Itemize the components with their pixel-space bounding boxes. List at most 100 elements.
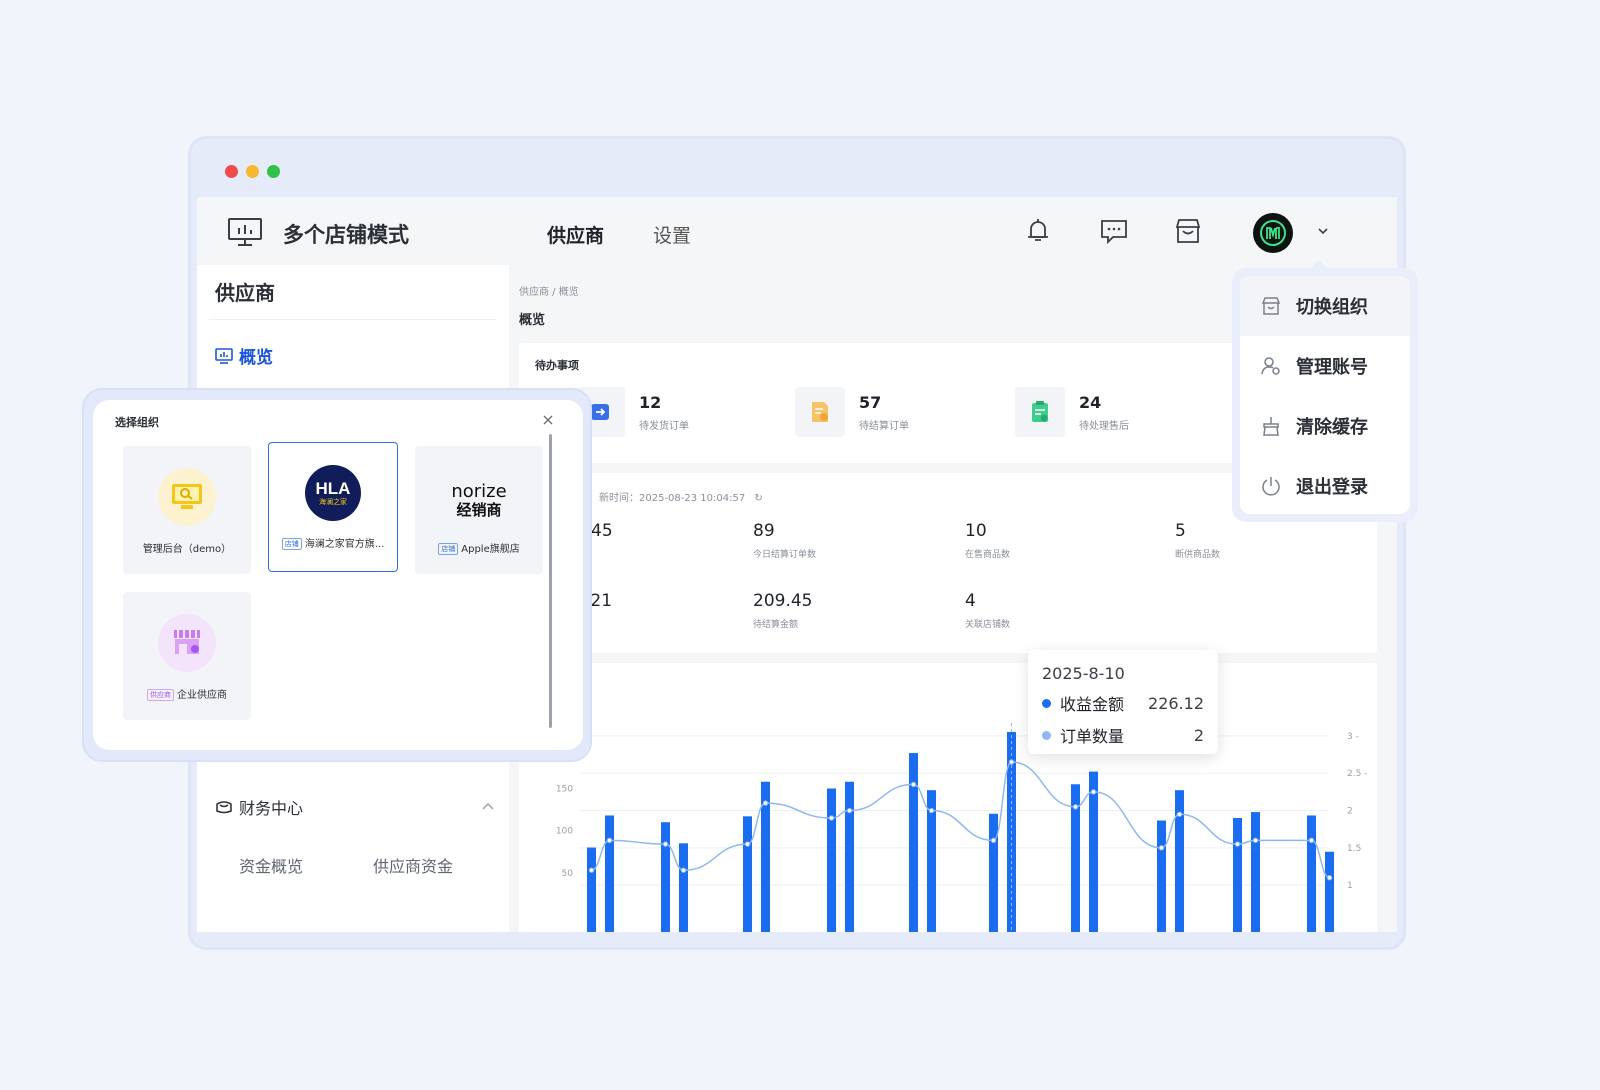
y-left-tick-label: 100 xyxy=(556,827,573,837)
select-org-modal: 选择组织 管理后台（demo） HLA 海澜之家 店铺 海澜之家官方旗... no… xyxy=(93,400,583,750)
bar xyxy=(827,788,836,932)
bar xyxy=(909,753,918,932)
tooltip-series-name: 收益金额 xyxy=(1060,695,1125,714)
todo-label: 待处理售后 xyxy=(1079,421,1129,432)
line-point xyxy=(846,807,853,814)
top-header: 多个店铺模式 供应商 设置 xyxy=(197,197,1397,265)
line-point xyxy=(588,867,595,873)
bar xyxy=(1233,818,1242,932)
window-controls xyxy=(225,165,280,178)
chevron-down-icon[interactable] xyxy=(1317,225,1329,237)
bar xyxy=(679,843,688,932)
modal-scrollbar[interactable] xyxy=(549,434,552,728)
line-point xyxy=(1252,837,1259,844)
line-point xyxy=(1234,841,1241,847)
bar xyxy=(661,822,670,932)
org-name: 店铺 海澜之家官方旗... xyxy=(269,535,397,550)
bar xyxy=(1251,812,1260,932)
nav-settings[interactable]: 设置 xyxy=(653,221,691,248)
admin-monitor-icon xyxy=(158,468,216,526)
avatar[interactable] xyxy=(1253,213,1293,253)
stat-item: 209.45 待结算金额 xyxy=(753,591,812,630)
user-dropdown-menu: 切换组织 管理账号 清除缓存 退出登录 xyxy=(1232,268,1418,522)
norize-logo-sub: 经销商 xyxy=(456,500,502,519)
todo-label: 待发货订单 xyxy=(639,421,689,432)
broom-icon xyxy=(1263,417,1279,436)
stat-item: 4 关联店铺数 xyxy=(965,591,1010,630)
modal-title: 选择组织 xyxy=(115,416,159,429)
org-card-apple[interactable]: norize 经销商 店铺 Apple旗舰店 xyxy=(415,446,543,574)
tooltip-series-value: 2 xyxy=(1193,725,1204,745)
refresh-icon[interactable]: ↻ xyxy=(754,493,762,504)
legend-dot xyxy=(1042,730,1051,740)
y-right-tick-label: 2.5 - xyxy=(1347,769,1367,779)
power-icon xyxy=(1262,477,1280,496)
supplier-shop-icon xyxy=(158,614,216,672)
stat-item: 45 xyxy=(591,521,613,547)
norize-logo-text: norize xyxy=(451,481,507,502)
bar xyxy=(1325,851,1334,932)
line-point xyxy=(1176,811,1183,817)
close-dot[interactable] xyxy=(225,165,238,178)
nav-supplier[interactable]: 供应商 xyxy=(547,221,604,248)
y-right-tick-label: 1.5 xyxy=(1347,844,1361,854)
monitor-chart-icon xyxy=(228,218,262,246)
close-icon[interactable] xyxy=(542,414,554,426)
stat-value: 209.45 xyxy=(753,591,813,611)
store-icon[interactable] xyxy=(1173,216,1203,246)
menu-item-logout[interactable]: 退出登录 xyxy=(1240,456,1410,514)
sidebar-subitem-supplier-fund[interactable]: 供应商资金 xyxy=(373,853,453,877)
y-right-tick-label: 3 - xyxy=(1347,732,1359,742)
menu-item-label: 切换组织 xyxy=(1296,297,1368,318)
org-card-hla[interactable]: HLA 海澜之家 店铺 海澜之家官方旗... xyxy=(268,442,398,572)
line-point xyxy=(828,815,835,821)
hla-logo-sub: 海澜之家 xyxy=(318,498,347,506)
chart-tooltip: 2025-8-10 收益金额 226.12 订单数量 2 xyxy=(1028,650,1218,754)
store-tag: 店铺 xyxy=(281,538,302,550)
menu-item-switch-org[interactable]: 切换组织 xyxy=(1240,276,1410,336)
org-card-enterprise-supplier[interactable]: 供应商 企业供应商 xyxy=(123,592,251,720)
tooltip-date: 2025-8-10 xyxy=(1042,664,1125,683)
chevron-up-icon[interactable] xyxy=(481,801,495,811)
line-point xyxy=(1090,789,1097,795)
norize-logo: norize 经销商 xyxy=(415,482,543,518)
stat-value: 4 xyxy=(965,591,976,611)
line-point xyxy=(1008,759,1015,765)
bar xyxy=(1157,820,1166,932)
bar xyxy=(989,813,998,932)
todo-count: 12 xyxy=(639,393,662,412)
y-right-tick-label: 2 xyxy=(1347,807,1353,817)
stat-item: 5 断供商品数 xyxy=(1175,521,1220,560)
legend-dot xyxy=(1042,698,1051,708)
stat-item: 10 在售商品数 xyxy=(965,521,1010,560)
aftersale-clipboard-icon xyxy=(1015,387,1065,437)
menu-item-clear-cache[interactable]: 清除缓存 xyxy=(1240,396,1410,456)
todo-label: 待结算订单 xyxy=(859,421,909,432)
wallet-icon xyxy=(216,801,232,814)
line-point xyxy=(680,867,687,873)
bar xyxy=(743,816,752,932)
org-name: 管理后台（demo） xyxy=(142,544,232,555)
bell-icon[interactable] xyxy=(1023,216,1053,246)
bar xyxy=(1175,790,1184,932)
menu-item-manage-account[interactable]: 管理账号 xyxy=(1240,336,1410,396)
message-icon[interactable] xyxy=(1099,216,1129,246)
stat-value: 89 xyxy=(753,521,775,541)
revenue-chart: 1 1.5 2 2.5 - 3 - 50 100 150 xyxy=(556,723,1367,932)
line-point xyxy=(910,781,917,788)
bar xyxy=(1089,771,1098,932)
sidebar-item-overview[interactable]: 概览 xyxy=(215,343,273,368)
org-card-admin[interactable]: 管理后台（demo） xyxy=(123,446,251,574)
stat-value: 5 xyxy=(1175,521,1186,541)
dropdown-list: 切换组织 管理账号 清除缓存 退出登录 xyxy=(1240,276,1410,514)
todo-count: 57 xyxy=(859,393,882,412)
sidebar-item-label: 概览 xyxy=(239,348,273,368)
org-name: 店铺 Apple旗舰店 xyxy=(415,540,543,555)
tooltip-series-value: 226.12 xyxy=(1148,693,1204,713)
minimize-dot[interactable] xyxy=(246,165,259,178)
menu-item-label: 清除缓存 xyxy=(1296,417,1368,438)
maximize-dot[interactable] xyxy=(267,165,280,178)
stat-item: 89 今日结算订单数 xyxy=(753,521,816,560)
sidebar-item-finance[interactable]: 财务中心 xyxy=(215,795,303,819)
sidebar-subitem-fund-overview[interactable]: 资金概览 xyxy=(239,853,303,877)
